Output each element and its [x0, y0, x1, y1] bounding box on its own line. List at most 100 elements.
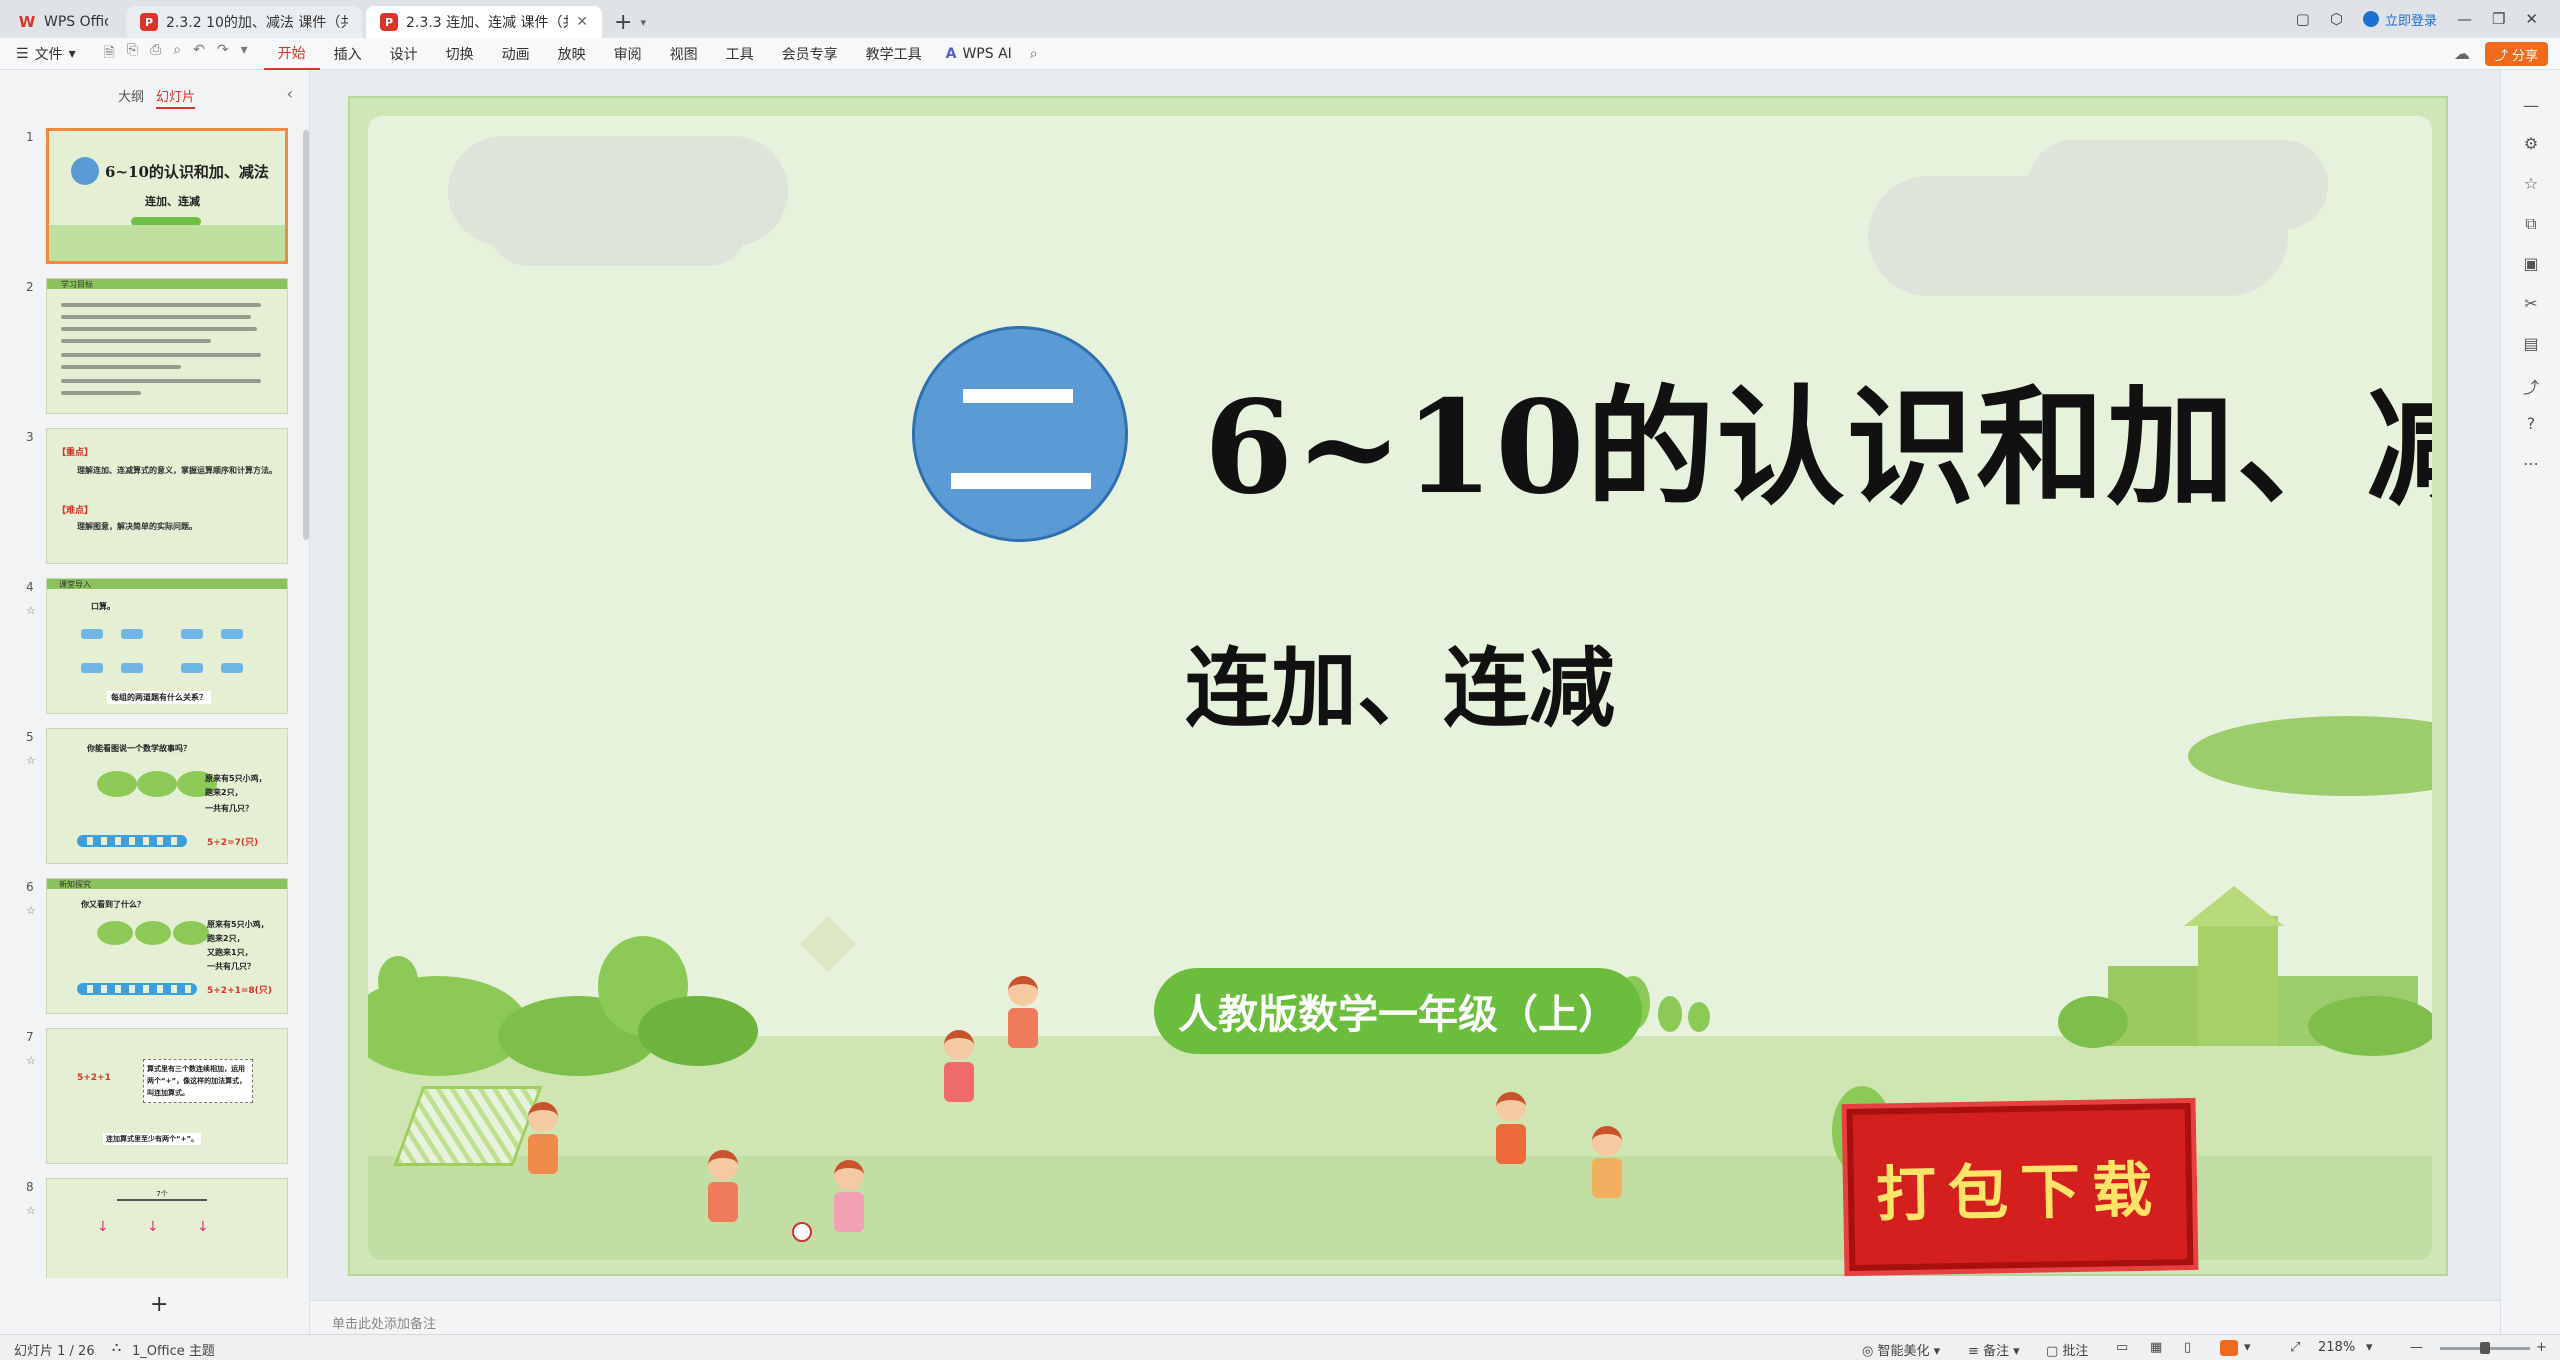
tab-label: WPS Office: [44, 14, 108, 30]
star-icon[interactable]: ☆: [26, 1204, 36, 1217]
zoom-slider-knob[interactable]: [2480, 1342, 2490, 1354]
slide-number: 6: [26, 880, 34, 894]
thumbnail-row: 8 ☆ 7个 ↓ ↓ ↓: [0, 1178, 300, 1278]
comments-button[interactable]: ▢ 批注: [2046, 1340, 2088, 1359]
zoom-in-icon[interactable]: +: [2536, 1340, 2547, 1355]
star-icon[interactable]: ☆: [2521, 174, 2541, 194]
save-icon[interactable]: 🗎: [104, 42, 115, 66]
collapse-panel-icon[interactable]: ‹: [287, 84, 293, 103]
slide-subtitle[interactable]: 连加、连减: [368, 618, 2432, 743]
beautify-button[interactable]: ◎ 智能美化 ▾: [1862, 1340, 1940, 1359]
minus-icon[interactable]: —: [2521, 96, 2541, 116]
slide-thumbnail-7[interactable]: 5+2+1 算式里有三个数连续相加，运用两个“+”，像这样的加法算式，叫连加算式…: [46, 1028, 288, 1164]
help-icon[interactable]: ?: [2521, 414, 2541, 434]
search-icon[interactable]: ⌕: [1030, 46, 1038, 62]
normal-view-icon[interactable]: ▭: [2116, 1340, 2128, 1355]
image-icon[interactable]: ▣: [2521, 254, 2541, 274]
ribbon-tab[interactable]: 切换: [432, 38, 488, 70]
ribbon-tab[interactable]: 动画: [488, 38, 544, 70]
star-icon[interactable]: ☆: [26, 754, 36, 767]
thumb-title: 6~10的认识和加、减法: [105, 163, 269, 181]
panel-scrollbar[interactable]: [303, 130, 309, 540]
textbook-pill[interactable]: 人教版数学一年级（上）: [1154, 968, 1642, 1054]
theme-name[interactable]: 1_Office 主题: [132, 1340, 215, 1359]
chevron-down-icon[interactable]: ▾: [2244, 1340, 2251, 1355]
thumb-header: 新知探究: [59, 880, 91, 889]
adjust-icon[interactable]: ⚙: [2521, 134, 2541, 154]
book-icon[interactable]: ▤: [2521, 334, 2541, 354]
reading-view-icon[interactable]: ▯: [2184, 1340, 2191, 1355]
zoom-out-icon[interactable]: —: [2410, 1340, 2423, 1355]
cube-icon[interactable]: ⬡: [2330, 10, 2343, 28]
add-slide-button[interactable]: +: [150, 1292, 168, 1317]
ribbon-tab[interactable]: 视图: [656, 38, 712, 70]
layout-icon[interactable]: ▢: [2296, 10, 2310, 28]
ribbon-tabs: 开始 插入 设计 切换 动画 放映 审阅 视图 工具 会员专享 教学工具: [263, 38, 936, 70]
ribbon-tab[interactable]: 会员专享: [768, 38, 852, 70]
star-icon[interactable]: ☆: [26, 904, 36, 917]
thumb-text: 理解图意，解决简单的实际问题。: [77, 522, 197, 531]
slide-number: 1: [26, 130, 34, 144]
share-icon[interactable]: ⤴: [2521, 374, 2541, 397]
tab-wps-office[interactable]: W WPS Office: [4, 6, 122, 38]
notes-placeholder: 单击此处添加备注: [332, 1317, 437, 1332]
export-icon[interactable]: ⎘: [127, 42, 138, 66]
tree-shape: [1658, 996, 1682, 1032]
thumb-header: 学习目标: [61, 280, 93, 289]
tab-outline[interactable]: 大纲: [118, 86, 144, 105]
slide-number: 7: [26, 1030, 34, 1044]
tab-document-2-active[interactable]: P 2.3.3 连加、连减 课件（共25 ✕: [366, 6, 602, 38]
ribbon-tab[interactable]: 工具: [712, 38, 768, 70]
current-slide[interactable]: 二 6~10的认识和加、减法 连加、连减 人教版数学一年级（上）: [348, 96, 2448, 1276]
ribbon-tab[interactable]: 插入: [320, 38, 376, 70]
close-tab-icon[interactable]: ✕: [576, 14, 588, 30]
chevron-down-icon[interactable]: ▾: [640, 6, 646, 38]
ribbon-tab[interactable]: 审阅: [600, 38, 656, 70]
share-button[interactable]: ⤴ 分享: [2484, 42, 2548, 66]
more-icon[interactable]: ▾: [241, 42, 248, 66]
zoom-level[interactable]: 218%: [2318, 1340, 2355, 1355]
star-icon[interactable]: ☆: [26, 1054, 36, 1067]
print-icon[interactable]: ⎙: [150, 42, 161, 66]
slide-thumbnail-5[interactable]: 你能看图说一个数学故事吗？ 原来有5只小鸡， 跑来2只， 一共有几只？ 5+2=…: [46, 728, 288, 864]
slide-thumbnail-3[interactable]: 【重点】 理解连加、连减算式的意义，掌握运算顺序和计算方法。 【难点】 理解图意…: [46, 428, 288, 564]
login-button[interactable]: 立即登录: [2362, 10, 2437, 29]
tab-document-1[interactable]: P 2.3.2 10的加、减法 课件（共25张PF: [126, 6, 362, 38]
star-icon[interactable]: ☆: [26, 604, 36, 617]
slide-thumbnail-2[interactable]: 学习目标: [46, 278, 288, 414]
new-tab-button[interactable]: +: [614, 6, 632, 38]
child-figure: [1496, 1092, 1526, 1164]
download-badge[interactable]: 打包下载: [1846, 1103, 2194, 1271]
slide-title[interactable]: 6~10的认识和加、减法: [1204, 344, 2432, 529]
slide-thumbnail-4[interactable]: 课堂导入 口算。 每组的两道题有什么关系？: [46, 578, 288, 714]
slide-thumbnail-8[interactable]: 7个 ↓ ↓ ↓: [46, 1178, 288, 1278]
chevron-down-icon[interactable]: ▾: [2366, 1340, 2373, 1355]
thumb-equation: 5+2+1: [77, 1073, 111, 1083]
redo-icon[interactable]: ↷: [217, 42, 229, 66]
grid-view-icon[interactable]: ▦: [2150, 1340, 2162, 1355]
file-menu[interactable]: ☰ 文件 ▾: [0, 44, 88, 64]
fit-icon[interactable]: ⤢: [2290, 1340, 2300, 1355]
copy-icon[interactable]: ⧉: [2521, 214, 2541, 234]
more-icon[interactable]: ⋯: [2521, 454, 2541, 474]
tab-slides[interactable]: 幻灯片: [156, 86, 196, 109]
minimize-icon[interactable]: —: [2457, 10, 2472, 28]
restore-icon[interactable]: ❐: [2492, 10, 2505, 28]
thumbnail-row: 2 学习目标: [0, 278, 300, 418]
ribbon-tab[interactable]: 放映: [544, 38, 600, 70]
preview-icon[interactable]: ⌕: [173, 42, 181, 66]
notes-button[interactable]: ≡ 备注 ▾: [1968, 1340, 2020, 1359]
wps-ai-button[interactable]: A WPS AI ⌕: [936, 46, 1048, 62]
ribbon-tab[interactable]: 开始: [263, 38, 320, 70]
ribbon-tab[interactable]: 教学工具: [852, 38, 936, 70]
slide-thumbnail-6[interactable]: 新知探究 你又看到了什么？ 原来有5只小鸡， 跑来2只， 又跑来1只， 一共有几…: [46, 878, 288, 1014]
cloud-sync-icon[interactable]: ☁: [2454, 44, 2470, 63]
slide-thumbnail-1[interactable]: 6~10的认识和加、减法 连加、连减: [46, 128, 288, 264]
slideshow-play-button[interactable]: [2220, 1340, 2238, 1356]
undo-icon[interactable]: ↶: [193, 42, 205, 66]
close-window-icon[interactable]: ✕: [2525, 10, 2538, 28]
wps-logo-icon: W: [18, 13, 36, 31]
tools-icon[interactable]: ✂: [2521, 294, 2541, 314]
thumbnail-row: 7 ☆ 5+2+1 算式里有三个数连续相加，运用两个“+”，像这样的加法算式，叫…: [0, 1028, 300, 1168]
ribbon-tab[interactable]: 设计: [376, 38, 432, 70]
